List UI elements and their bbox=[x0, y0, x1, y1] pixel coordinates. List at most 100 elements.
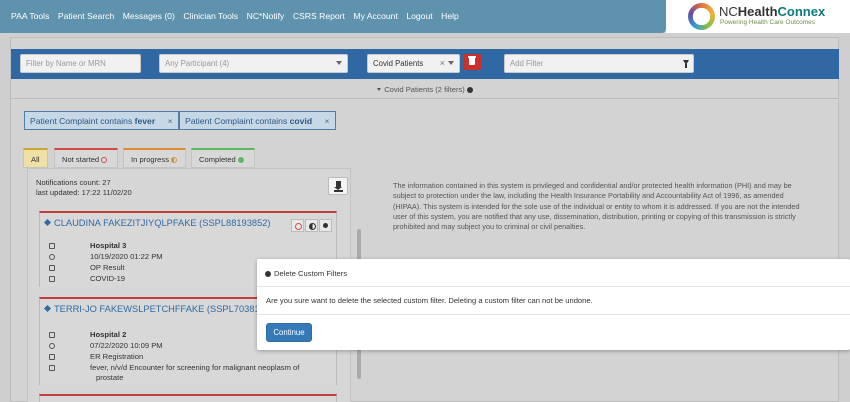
add-filter-input[interactable]: Add Filter bbox=[504, 54, 694, 73]
nav-nc-notify[interactable]: NC*Notify bbox=[247, 11, 285, 21]
phi-disclaimer: The information contained in this system… bbox=[393, 181, 800, 232]
facility: Hospital 2 bbox=[90, 330, 127, 339]
filter-bar: Filter by Name or MRN Any Participant (4… bbox=[11, 49, 839, 79]
saved-filter-value: Covid Patients bbox=[373, 59, 424, 68]
complaint: COVID-19 bbox=[90, 274, 126, 283]
complaint: fever, n/v/d Encounter for screening for… bbox=[90, 363, 300, 372]
nav-paa-tools[interactable]: PAA Tools bbox=[11, 11, 49, 21]
diamond-icon bbox=[43, 304, 52, 313]
event-datetime: 10/19/2020 01:22 PM bbox=[90, 252, 163, 261]
hospital-icon bbox=[49, 332, 55, 338]
saved-filter-select[interactable]: Covid Patients × bbox=[367, 54, 460, 73]
nav-clinician-tools[interactable]: Clinician Tools bbox=[183, 11, 238, 21]
filter-chip: Patient Complaint contains fever × bbox=[24, 111, 179, 130]
tab-completed-label: Completed bbox=[199, 155, 236, 164]
ambulance-icon bbox=[49, 354, 55, 360]
notification-card[interactable] bbox=[39, 394, 337, 402]
clock-icon bbox=[49, 343, 55, 349]
logo-mark-icon bbox=[688, 3, 715, 30]
chip-field: Patient Complaint bbox=[185, 116, 253, 126]
chip-operator: contains bbox=[100, 116, 133, 126]
dialog-divider bbox=[257, 314, 850, 315]
nav-logout[interactable]: Logout bbox=[406, 11, 432, 21]
mark-completed-button[interactable] bbox=[319, 219, 332, 232]
event-datetime: 07/22/2020 10:09 PM bbox=[90, 341, 163, 350]
filter-summary-label: Covid Patients (2 filters) bbox=[384, 85, 465, 94]
funnel-icon bbox=[683, 60, 689, 68]
logo-tagline: Powering Health Care Outcomes bbox=[720, 19, 816, 26]
facility: Hospital 3 bbox=[90, 241, 127, 250]
logo-nc: NC bbox=[719, 4, 738, 19]
download-icon bbox=[334, 181, 342, 190]
divider bbox=[11, 98, 839, 99]
delete-filter-dialog: Delete Custom Filters Are you sure want … bbox=[257, 259, 850, 350]
logo: NCHealthConnex Powering Health Care Outc… bbox=[666, 0, 850, 33]
top-nav: PAA Tools Patient Search Messages (0) Cl… bbox=[0, 0, 666, 33]
event-type: OP Result bbox=[90, 263, 125, 272]
patient-name: TERRI-JO FAKEWSLPETCHFFAKE (SSPL703811 bbox=[54, 304, 265, 314]
chip-operator: contains bbox=[255, 116, 288, 126]
not-started-icon bbox=[101, 157, 108, 163]
mark-not-started-button[interactable] bbox=[291, 219, 304, 232]
nav-patient-search[interactable]: Patient Search bbox=[58, 11, 114, 21]
nav-csrs-report[interactable]: CSRS Report bbox=[293, 11, 345, 21]
download-button[interactable] bbox=[328, 177, 348, 195]
add-filter-label: Add Filter bbox=[510, 59, 544, 68]
delete-filter-button[interactable] bbox=[463, 54, 481, 70]
tab-not-started[interactable]: Not started bbox=[54, 148, 118, 168]
clock-icon bbox=[49, 254, 55, 260]
status-buttons bbox=[291, 219, 332, 232]
tab-all[interactable]: All bbox=[23, 148, 48, 168]
nav-help[interactable]: Help bbox=[441, 11, 459, 21]
tab-not-started-label: Not started bbox=[62, 155, 100, 164]
patient-name: CLAUDINA FAKEZITJIYQLPFAKE (SSPL88193852… bbox=[54, 218, 271, 228]
dialog-message: Are you sure want to delete the selected… bbox=[266, 296, 593, 305]
chip-value: covid bbox=[289, 116, 313, 126]
participant-select[interactable]: Any Participant (4) bbox=[159, 54, 348, 73]
patient-name-link[interactable]: CLAUDINA FAKEZITJIYQLPFAKE (SSPL88193852… bbox=[43, 218, 271, 228]
logo-connex: Connex bbox=[777, 4, 826, 19]
nav-links: PAA Tools Patient Search Messages (0) Cl… bbox=[11, 11, 467, 21]
notifications-count: Notifications count: 27 bbox=[36, 178, 111, 187]
chip-field: Patient Complaint bbox=[30, 116, 98, 126]
filter-chip: Patient Complaint contains covid × bbox=[179, 111, 336, 130]
dialog-title: Delete Custom Filters bbox=[265, 269, 347, 278]
shield-icon bbox=[49, 265, 55, 271]
completed-icon bbox=[237, 157, 244, 163]
trash-icon bbox=[468, 56, 476, 65]
mark-in-progress-button[interactable] bbox=[305, 219, 318, 232]
in-progress-icon bbox=[171, 157, 177, 163]
complaint-continued: prostate bbox=[96, 373, 124, 382]
continue-button[interactable]: Continue bbox=[266, 323, 312, 342]
notifications-meta: Notifications count: 27 last updated: 17… bbox=[36, 178, 132, 198]
chevron-down-icon bbox=[336, 61, 342, 65]
logo-wordmark: NCHealthConnex bbox=[719, 4, 825, 19]
tab-completed[interactable]: Completed bbox=[191, 148, 255, 168]
clipboard-icon bbox=[49, 365, 55, 371]
download-icon-base bbox=[334, 190, 343, 192]
exclamation-circle-icon bbox=[265, 271, 271, 277]
logo-health: Health bbox=[737, 4, 778, 19]
nav-messages[interactable]: Messages (0) bbox=[123, 11, 175, 21]
patient-name-link[interactable]: TERRI-JO FAKEWSLPETCHFFAKE (SSPL703811 bbox=[43, 304, 265, 314]
nav-my-account[interactable]: My Account bbox=[353, 11, 397, 21]
filter-summary-toggle[interactable]: Covid Patients (2 filters) bbox=[11, 85, 839, 94]
dialog-title-text: Delete Custom Filters bbox=[274, 269, 348, 278]
event-type: ER Registration bbox=[90, 352, 144, 361]
remove-chip-icon[interactable]: × bbox=[324, 116, 329, 126]
caret-down-icon bbox=[377, 88, 382, 91]
check-circle-icon bbox=[466, 87, 473, 93]
tab-all-label: All bbox=[31, 155, 40, 164]
tab-in-progress-label: In progress bbox=[131, 155, 169, 164]
participant-select-value: Any Participant (4) bbox=[165, 59, 230, 68]
name-mrn-filter-input[interactable]: Filter by Name or MRN bbox=[20, 54, 141, 73]
tab-in-progress[interactable]: In progress bbox=[123, 148, 186, 168]
remove-chip-icon[interactable]: × bbox=[168, 116, 173, 126]
clipboard-icon bbox=[49, 276, 55, 282]
chip-value: fever bbox=[134, 116, 156, 126]
hospital-icon bbox=[49, 243, 55, 249]
dialog-divider bbox=[257, 286, 850, 287]
last-updated: last updated: 17:22 11/02/20 bbox=[36, 188, 132, 197]
clear-icon[interactable]: × bbox=[440, 58, 445, 68]
chevron-down-icon bbox=[448, 61, 454, 65]
